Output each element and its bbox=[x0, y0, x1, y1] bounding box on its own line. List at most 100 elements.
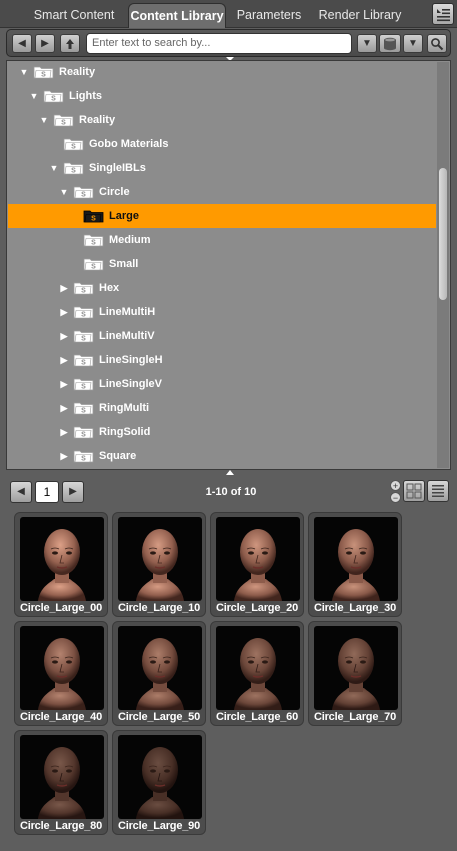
database-button[interactable] bbox=[379, 34, 401, 53]
tree-item-label: Square bbox=[99, 450, 137, 462]
svg-text:S: S bbox=[81, 408, 86, 415]
tree-item-label: Gobo Materials bbox=[89, 138, 169, 150]
collapsed-triangle-icon[interactable]: ▶ bbox=[59, 396, 69, 420]
tree-item[interactable]: ▶ S RingSolid bbox=[8, 420, 436, 444]
asset-tile[interactable]: Circle_Large_30 bbox=[308, 512, 402, 617]
render-preview-thumbnail bbox=[118, 517, 202, 601]
svg-text:S: S bbox=[81, 432, 86, 439]
panel-menu-button[interactable] bbox=[432, 3, 454, 25]
tree-item-label: LineSingleH bbox=[99, 354, 163, 366]
asset-grid: Circle_Large_00 Circle_Large_10 Circle_Lar… bbox=[14, 512, 444, 842]
asset-name: Circle_Large_90 bbox=[118, 820, 200, 832]
asset-name: Circle_Large_20 bbox=[216, 602, 298, 614]
collapsed-triangle-icon[interactable]: ▶ bbox=[59, 372, 69, 396]
category-tree: ▼ S Reality ▼ S Lights ▼ S Reality S Gobo Material… bbox=[6, 60, 451, 470]
tree-item[interactable]: S Large bbox=[8, 204, 436, 228]
splitter-collapse-down-icon[interactable] bbox=[226, 470, 234, 475]
tree-item-label: LineSingleV bbox=[99, 378, 162, 390]
page-count-label: 1-10 of 10 bbox=[205, 486, 257, 498]
tab-smart-content[interactable]: Smart Content bbox=[28, 3, 120, 28]
tree-item-label: Reality bbox=[79, 114, 116, 126]
tree-scrollbar-thumb[interactable] bbox=[439, 168, 447, 300]
tree-scrollbar[interactable] bbox=[437, 62, 449, 468]
tree-item[interactable]: ▶ S LineMultiV bbox=[8, 324, 436, 348]
list-view-icon bbox=[432, 485, 444, 497]
collapsed-triangle-icon[interactable]: ▶ bbox=[59, 348, 69, 372]
tree-item[interactable]: ▶ S LineSingleH bbox=[8, 348, 436, 372]
asset-tile[interactable]: Circle_Large_20 bbox=[210, 512, 304, 617]
previous-page-button[interactable]: ◀ bbox=[10, 481, 32, 503]
asset-tile[interactable]: Circle_Large_10 bbox=[112, 512, 206, 617]
page-number-field[interactable]: 1 bbox=[35, 481, 59, 503]
collapsed-triangle-icon[interactable]: ▶ bbox=[59, 300, 69, 324]
grid-view-icon bbox=[406, 483, 422, 499]
tree-item[interactable]: ▼ S Reality bbox=[8, 108, 436, 132]
zoom-out-icon[interactable]: − bbox=[390, 492, 401, 503]
up-level-button[interactable] bbox=[60, 34, 80, 53]
smart-folder-icon: S bbox=[73, 426, 94, 439]
svg-text:S: S bbox=[91, 216, 96, 223]
tree-item[interactable]: S Small bbox=[8, 252, 436, 276]
thumbnail-zoom: + − bbox=[390, 480, 402, 504]
tree-item[interactable]: ▼ S Reality bbox=[8, 61, 436, 84]
smart-folder-icon: S bbox=[73, 378, 94, 391]
expanded-triangle-icon[interactable]: ▼ bbox=[19, 61, 29, 84]
arrow-right-icon: ▶ bbox=[69, 486, 77, 497]
asset-tile[interactable]: Circle_Large_50 bbox=[112, 621, 206, 726]
svg-text:S: S bbox=[71, 168, 76, 175]
expanded-triangle-icon[interactable]: ▼ bbox=[29, 84, 39, 108]
svg-text:S: S bbox=[81, 456, 86, 463]
tab-content-library[interactable]: Content Library bbox=[128, 3, 226, 28]
tree-item[interactable]: ▼ S SingleIBLs bbox=[8, 156, 436, 180]
svg-text:S: S bbox=[81, 336, 86, 343]
expanded-triangle-icon[interactable]: ▼ bbox=[59, 180, 69, 204]
arrow-right-icon: ▶ bbox=[41, 38, 49, 49]
search-button[interactable] bbox=[427, 34, 447, 53]
tree-item[interactable]: ▶ S LineMultiH bbox=[8, 300, 436, 324]
search-options-dropdown[interactable]: ▼ bbox=[357, 34, 377, 53]
asset-tile[interactable]: Circle_Large_40 bbox=[14, 621, 108, 726]
tree-item[interactable]: ▶ S LineSingleV bbox=[8, 372, 436, 396]
asset-tile[interactable]: Circle_Large_00 bbox=[14, 512, 108, 617]
list-view-button[interactable] bbox=[427, 480, 449, 502]
tree-item-label: Circle bbox=[99, 186, 130, 198]
tree-item[interactable]: S Gobo Materials bbox=[8, 132, 436, 156]
tab-parameters[interactable]: Parameters bbox=[230, 3, 308, 28]
tree-item[interactable]: ▶ S RingMulti bbox=[8, 396, 436, 420]
smart-folder-icon: S bbox=[73, 186, 94, 199]
grid-view-button[interactable] bbox=[403, 480, 425, 502]
back-button[interactable]: ◀ bbox=[12, 34, 32, 53]
collapsed-triangle-icon[interactable]: ▶ bbox=[59, 444, 69, 468]
tree-item[interactable]: ▶ S Square bbox=[8, 444, 436, 468]
svg-text:S: S bbox=[71, 144, 76, 151]
collapsed-triangle-icon[interactable]: ▶ bbox=[59, 420, 69, 444]
tree-item-label: RingMulti bbox=[99, 402, 150, 414]
collapsed-triangle-icon[interactable]: ▶ bbox=[59, 324, 69, 348]
collapsed-triangle-icon[interactable]: ▶ bbox=[59, 276, 69, 300]
arrow-left-icon: ◀ bbox=[17, 486, 25, 497]
svg-text:S: S bbox=[61, 120, 66, 127]
asset-tile[interactable]: Circle_Large_90 bbox=[112, 730, 206, 835]
forward-button[interactable]: ▶ bbox=[35, 34, 55, 53]
asset-name: Circle_Large_50 bbox=[118, 711, 200, 723]
magnifier-icon bbox=[431, 38, 444, 51]
tab-render-library[interactable]: Render Library bbox=[313, 3, 407, 28]
search-input[interactable]: Enter text to search by... bbox=[86, 33, 352, 54]
zoom-in-icon[interactable]: + bbox=[390, 480, 401, 491]
tree-item[interactable]: S Medium bbox=[8, 228, 436, 252]
asset-tile[interactable]: Circle_Large_60 bbox=[210, 621, 304, 726]
asset-tile[interactable]: Circle_Large_70 bbox=[308, 621, 402, 726]
database-dropdown[interactable]: ▼ bbox=[403, 34, 423, 53]
expanded-triangle-icon[interactable]: ▼ bbox=[49, 156, 59, 180]
next-page-button[interactable]: ▶ bbox=[62, 481, 84, 503]
asset-tile[interactable]: Circle_Large_80 bbox=[14, 730, 108, 835]
library-toolbar: ◀ ▶ Enter text to search by... ▼ ▼ bbox=[6, 29, 451, 57]
expanded-triangle-icon[interactable]: ▼ bbox=[39, 108, 49, 132]
tree-item-label: Lights bbox=[69, 90, 102, 102]
tree-item[interactable]: ▶ S Hex bbox=[8, 276, 436, 300]
tree-item[interactable]: ▼ S Lights bbox=[8, 84, 436, 108]
smart-folder-icon: S bbox=[83, 210, 104, 223]
tree-item-label: Small bbox=[109, 258, 139, 270]
tree-item[interactable]: ▼ S Circle bbox=[8, 180, 436, 204]
svg-text:S: S bbox=[81, 192, 86, 199]
